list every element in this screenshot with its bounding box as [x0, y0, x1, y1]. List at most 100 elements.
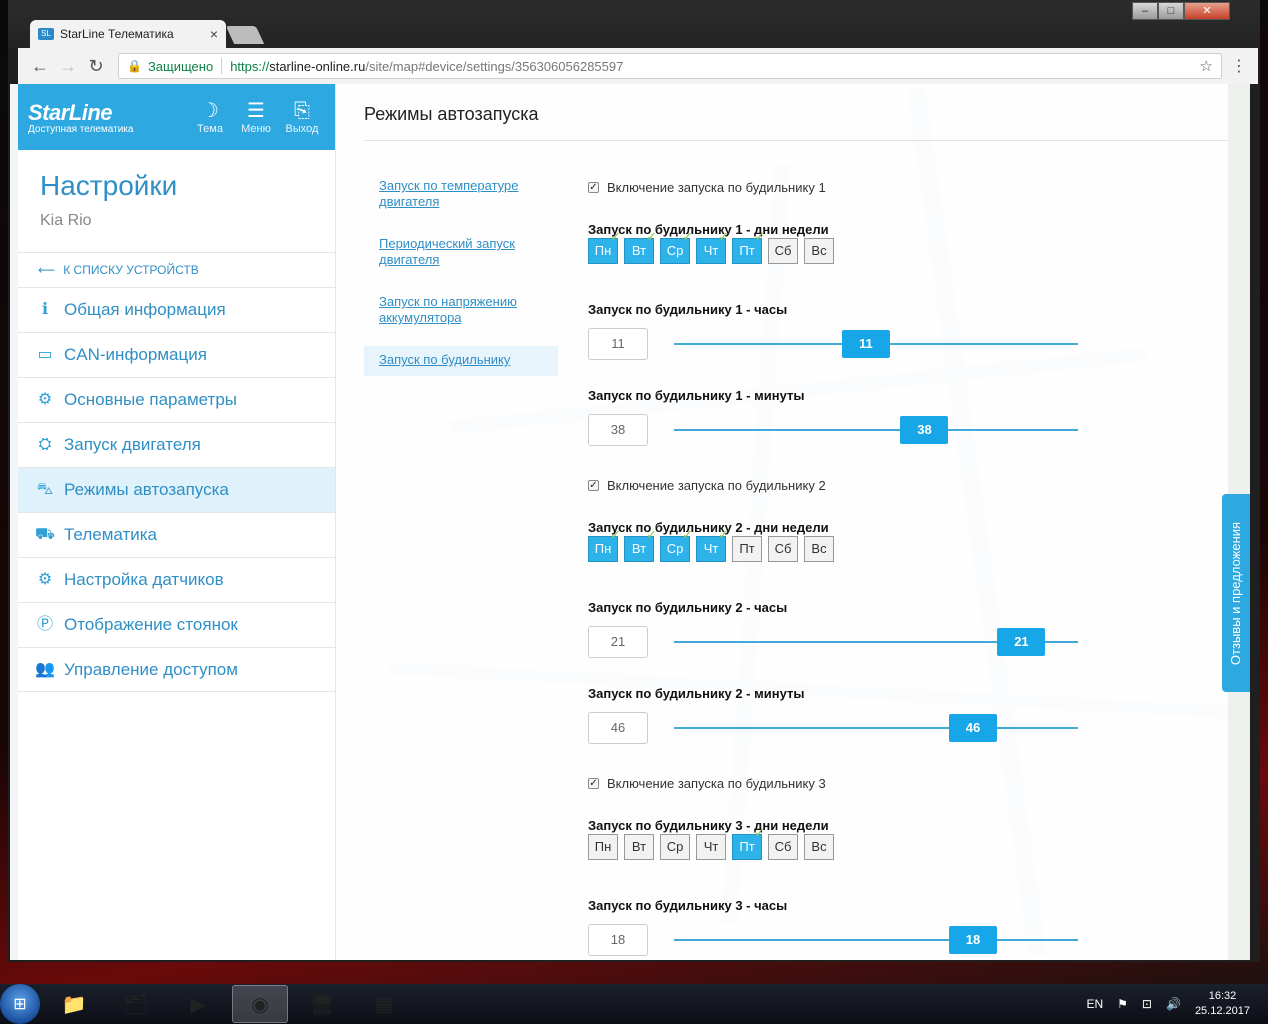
url-host: starline-online.ru	[269, 58, 366, 74]
alarm-2-hours-input[interactable]: 21	[588, 626, 648, 658]
subnav-link-1[interactable]: Запуск по температуре двигателя	[364, 172, 558, 218]
alarm-1-minutes-input[interactable]: 38	[588, 414, 648, 446]
browser-tab[interactable]: SL StarLine Телематика ×	[30, 20, 226, 48]
sidebar-item-7[interactable]: ⚙ Настройка датчиков	[18, 557, 335, 602]
language-indicator[interactable]: EN	[1086, 997, 1103, 1011]
subnav-link-3[interactable]: Запуск по напряжению аккумулятора	[364, 288, 558, 334]
address-bar[interactable]: 🔒 Защищено https:// starline-online.ru /…	[118, 53, 1222, 79]
minimize-button[interactable]: –	[1132, 2, 1158, 20]
alarm-1-day-2-toggle[interactable]: Вт ✓	[624, 230, 657, 264]
alarm-3-day-6-toggle[interactable]: Сб	[768, 834, 798, 860]
reload-icon[interactable]: ↻	[82, 56, 110, 77]
alarm-2-day-1-toggle[interactable]: Пн ✓	[588, 528, 621, 562]
libraries-task[interactable]: 🗂	[108, 985, 164, 1023]
sidebar-item-1[interactable]: ℹ Общая информация	[18, 287, 335, 332]
starline-logo[interactable]: StarLine Доступная телематика	[28, 100, 187, 135]
sidebar-item-5[interactable]: ⛍ Режимы автозапуска	[18, 467, 335, 512]
alarm-3-day-4-toggle[interactable]: Чт	[696, 834, 726, 860]
clock[interactable]: 16:32 25.12.2017	[1195, 989, 1250, 1019]
alarm-1-day-3-toggle[interactable]: Ср ✓	[660, 230, 693, 264]
bookmark-star-icon[interactable]: ☆	[1200, 57, 1213, 75]
telematics-icon: ⛟	[34, 526, 56, 543]
alarm-3-day-7-toggle[interactable]: Вс	[804, 834, 834, 860]
back-arrow-icon[interactable]: ←	[26, 56, 54, 77]
volume-icon[interactable]: 🔊	[1166, 997, 1181, 1011]
sidebar-item-2[interactable]: ▭ CAN-информация	[18, 332, 335, 377]
feedback-tab[interactable]: Отзывы и предложения	[1222, 494, 1250, 692]
alarm-2-day-3-toggle[interactable]: Ср ✓	[660, 528, 693, 562]
alarm-1-day-7-toggle[interactable]: Вс	[804, 238, 834, 264]
control-panel-task[interactable]: ▦	[356, 985, 412, 1023]
alarm-3-day-1-toggle[interactable]: Пн	[588, 834, 618, 860]
slider-handle[interactable]: 11	[841, 330, 890, 358]
alarm-2-day-2-toggle[interactable]: Вт ✓	[624, 528, 657, 562]
subnav-link-4[interactable]: Запуск по будильнику	[364, 346, 558, 376]
forward-arrow-icon[interactable]: →	[54, 56, 82, 77]
action-center-icon[interactable]: ⚑	[1117, 997, 1128, 1011]
sidebar-item-3[interactable]: ⚙ Основные параметры	[18, 377, 335, 422]
tab-close-icon[interactable]: ×	[210, 26, 218, 42]
brand-tagline: Доступная телематика	[28, 123, 134, 135]
slider-handle[interactable]: 46	[948, 714, 997, 742]
sidebar-item-8[interactable]: Ⓟ Отображение стоянок	[18, 602, 335, 647]
alarm-1-minutes-slider[interactable]: 38	[674, 414, 1078, 446]
alarm-1-day-4-toggle[interactable]: Чт ✓	[696, 230, 729, 264]
alarm-2-enable-row[interactable]: ✓ Включение запуска по будильнику 2	[588, 478, 826, 493]
autostart-icon: ⛍	[36, 481, 54, 498]
alarm-3-day-3-toggle[interactable]: Ср	[660, 834, 690, 860]
starline-favicon-icon: SL	[38, 28, 54, 40]
alarm-2-minutes-label: Запуск по будильнику 2 - минуты	[588, 686, 805, 701]
network-icon[interactable]: ⊡	[1142, 997, 1152, 1011]
omnibox-separator	[221, 58, 223, 74]
browser-menu-icon[interactable]: ⋮	[1228, 56, 1250, 76]
file-explorer-task[interactable]: 📁	[46, 985, 102, 1023]
alarm-3-hours-input[interactable]: 18	[588, 924, 648, 956]
alarm-3-days-label: Запуск по будильнику 3 - дни недели	[588, 818, 829, 833]
alarm-2-enable-checkbox[interactable]: ✓	[588, 480, 599, 491]
alarm-3-enable-checkbox[interactable]: ✓	[588, 778, 599, 789]
alarm-1-enable-checkbox[interactable]: ✓	[588, 182, 599, 193]
slider-handle[interactable]: 18	[948, 926, 997, 954]
back-to-devices-link[interactable]: ⟵ К СПИСКУ УСТРОЙСТВ	[18, 252, 335, 287]
chrome-task[interactable]: ◉	[232, 985, 288, 1023]
alarm-3-hours-slider[interactable]: 18	[674, 924, 1078, 956]
tab-title: StarLine Телематика	[60, 27, 174, 41]
alarm-2-day-7-toggle[interactable]: Вс	[804, 536, 834, 562]
alarm-2-minutes-input[interactable]: 46	[588, 712, 648, 744]
subnav-link-2[interactable]: Периодический запуск двигателя	[364, 230, 558, 276]
theme-label: Тема	[197, 123, 223, 135]
alarm-1-hours-slider[interactable]: 11	[674, 328, 1078, 360]
alarm-3-day-5-toggle[interactable]: Пт ✓	[732, 826, 765, 860]
alarm-1-enable-row[interactable]: ✓ Включение запуска по будильнику 1	[588, 180, 826, 195]
alarm-2-day-5-toggle[interactable]: Пт	[732, 536, 762, 562]
alarm-1-hours-input[interactable]: 11	[588, 328, 648, 360]
alarm-2-hours-slider[interactable]: 21	[674, 626, 1078, 658]
alarm-1-day-1-toggle[interactable]: Пн ✓	[588, 230, 621, 264]
exit-button[interactable]: ⎘ Выход	[279, 99, 325, 135]
close-window-button[interactable]: ✕	[1184, 2, 1230, 20]
slider-handle[interactable]: 21	[997, 628, 1046, 656]
day-label: Вс	[811, 243, 827, 258]
sidebar-item-9[interactable]: 👥 Управление доступом	[18, 647, 335, 692]
media-player-task[interactable]: ▶	[170, 985, 226, 1023]
slider-handle[interactable]: 38	[900, 416, 949, 444]
alarm-1-day-6-toggle[interactable]: Сб	[768, 238, 798, 264]
menu-button[interactable]: ☰ Меню	[233, 99, 279, 135]
alarm-3-enable-row[interactable]: ✓ Включение запуска по будильнику 3	[588, 776, 826, 791]
alarm-2-minutes-slider[interactable]: 46	[674, 712, 1078, 744]
day-label: Сб	[774, 839, 792, 854]
alarm-3-day-2-toggle[interactable]: Вт	[624, 834, 654, 860]
alarm-1-day-5-toggle[interactable]: Пт ✓	[732, 230, 765, 264]
new-tab-button[interactable]	[225, 26, 265, 44]
start-button[interactable]: ⊞	[0, 984, 40, 1024]
section-title: Режимы автозапуска	[364, 104, 539, 124]
alarm-2-day-6-toggle[interactable]: Сб	[768, 536, 798, 562]
monitor-task[interactable]: 🖥	[294, 985, 350, 1023]
feedback-label: Отзывы и предложения	[1228, 521, 1244, 665]
alarm-2-day-4-toggle[interactable]: Чт ✓	[696, 528, 729, 562]
theme-button[interactable]: ☽ Тема	[187, 99, 233, 135]
sidebar-item-4[interactable]: ⛭ Запуск двигателя	[18, 422, 335, 467]
maximize-button[interactable]: □	[1158, 2, 1184, 20]
sidebar-item-6[interactable]: ⛟ Телематика	[18, 512, 335, 557]
back-arrow-icon: ⟵	[38, 263, 56, 277]
